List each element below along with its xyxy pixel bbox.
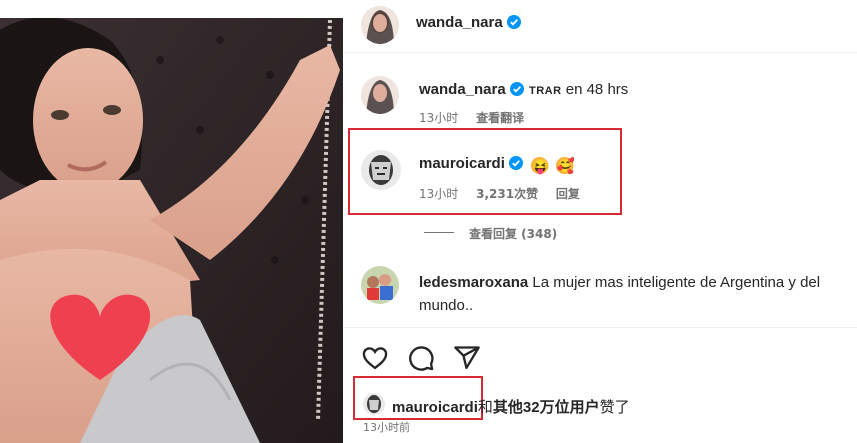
comment-text: La mujer mas inteligente de Argentina y … [532, 274, 821, 291]
photo-top-margin [0, 0, 343, 18]
comment-avatar[interactable] [361, 76, 399, 114]
comment-likes-count[interactable]: 3,231次赞 [476, 187, 538, 201]
like-button[interactable] [361, 344, 389, 372]
comment-avatar[interactable] [361, 150, 401, 190]
post-photo [0, 0, 343, 443]
comment-meta: 13小时 查看翻译 [419, 109, 538, 126]
comment-username[interactable]: ledesmaroxana [419, 274, 528, 291]
comment-meta: 13小时 3,231次赞 回复 [419, 185, 594, 202]
comment-username-link[interactable]: wanda_nara [419, 81, 524, 98]
author-avatar[interactable] [361, 6, 399, 44]
author-avatar-image [361, 6, 399, 44]
share-icon [454, 346, 480, 370]
comment-time: 13小时 [419, 111, 459, 125]
comment-text-body: en 48 hrs [565, 81, 629, 98]
verified-badge-icon [508, 156, 523, 170]
share-button[interactable] [453, 344, 481, 372]
likes-connector: 和 [477, 399, 493, 416]
emoji-icon-2: 🥰 [556, 157, 575, 175]
comment-avatar-image [361, 76, 399, 114]
emoji-icon-1: 😝 [531, 157, 550, 175]
comment-button[interactable] [407, 344, 435, 372]
see-translation-button[interactable]: 查看翻译 [476, 111, 524, 125]
comment-avatar-image [361, 150, 401, 190]
comment-icon [409, 346, 434, 371]
post-header: wanda_nara [343, 0, 857, 53]
likes-suffix: 赞了 [599, 399, 630, 416]
comment-time: 13小时 [419, 187, 459, 201]
comment-username[interactable]: wanda_nara [419, 81, 506, 98]
liker-avatar[interactable] [363, 393, 385, 415]
replies-divider-line [424, 232, 454, 233]
comment-content: ledesmaroxana La mujer mas inteligente d… [419, 271, 849, 317]
verified-badge-icon [509, 82, 524, 96]
comment-username[interactable]: mauroicardi [419, 155, 505, 172]
comment-avatar-image [361, 266, 399, 304]
author-username-link[interactable]: wanda_nara [416, 14, 521, 31]
heart-icon [362, 347, 388, 370]
comment-text-tag: TRAR [529, 85, 562, 97]
comments-panel: wanda_nara wanda_nara TRAR en 48 hrs 13小… [343, 0, 857, 443]
liker-avatar-image [363, 393, 385, 415]
comment-text-line2: mundo.. [419, 297, 474, 314]
post-timestamp: 13小时前 [363, 421, 410, 434]
author-username[interactable]: wanda_nara [416, 14, 503, 31]
comment-avatar[interactable] [361, 266, 399, 304]
section-divider [343, 327, 857, 328]
liker-username[interactable]: mauroicardi [392, 399, 478, 416]
comment-text: TRAR en 48 hrs [529, 81, 628, 98]
post-photo-image [0, 0, 343, 443]
likes-summary: mauroicardi和其他32万位用户赞了 [392, 396, 630, 417]
comment-username-link[interactable]: mauroicardi 😝 🥰 [419, 155, 575, 175]
view-replies-button[interactable]: 查看回复 (348) [469, 225, 557, 242]
verified-badge-icon [506, 15, 521, 29]
likes-others[interactable]: 其他32万位用户 [493, 399, 600, 416]
reply-button[interactable]: 回复 [556, 187, 580, 201]
